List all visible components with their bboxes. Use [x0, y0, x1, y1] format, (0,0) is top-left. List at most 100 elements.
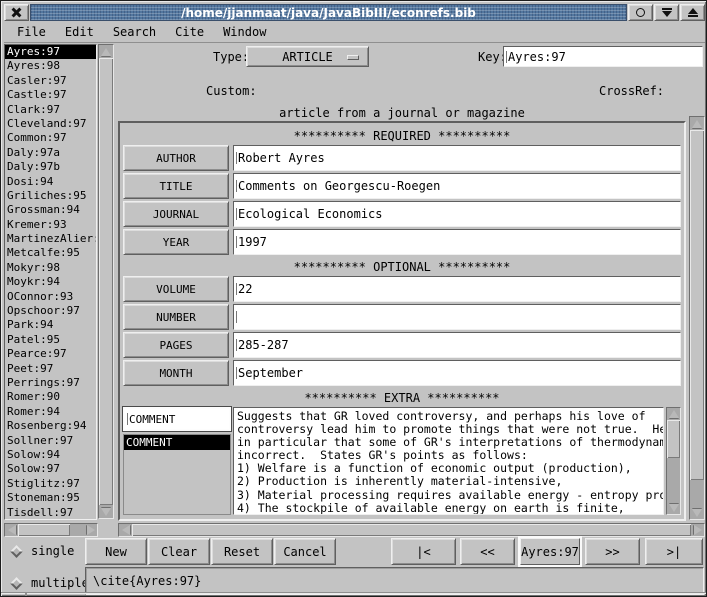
sidebar-vscrollbar[interactable]	[98, 44, 114, 519]
window-corner-handle[interactable]	[25, 592, 27, 596]
list-item[interactable]: Metcalfe:95	[5, 246, 96, 260]
new-button[interactable]: New	[85, 538, 147, 565]
window-title[interactable]: /home/jjanmaat/java/JavaBibIII/econrefs.…	[30, 4, 627, 21]
list-item[interactable]: Rosenberg:94	[5, 419, 96, 433]
list-item[interactable]: Stoneman:95	[5, 491, 96, 505]
multiple-radio-label[interactable]: multiple	[31, 576, 89, 590]
single-radio-label[interactable]: single	[31, 544, 74, 558]
key-input[interactable]: Ayres:97	[503, 46, 703, 67]
list-item[interactable]: Daly:97b	[5, 160, 96, 174]
titlebar[interactable]: /home/jjanmaat/java/JavaBibIII/econrefs.…	[4, 4, 705, 21]
nav-last-button[interactable]: >|	[645, 538, 703, 565]
field-input-title[interactable]: Comments on Georgescu-Roegen	[233, 173, 681, 199]
raise-button[interactable]	[680, 4, 705, 21]
list-item[interactable]: Romer:90	[5, 390, 96, 404]
menu-circle-button[interactable]	[628, 4, 653, 21]
list-item[interactable]: Solow:97	[5, 462, 96, 476]
nav-first-button[interactable]: |<	[391, 538, 456, 565]
field-label-year[interactable]: YEAR	[123, 229, 229, 255]
scroll-up-icon[interactable]	[99, 45, 113, 58]
list-item[interactable]: Common:97	[5, 131, 96, 145]
list-item[interactable]: Ayres:97	[5, 45, 96, 59]
nav-current-entry[interactable]: Ayres:97	[520, 538, 580, 565]
reset-button[interactable]: Reset	[211, 538, 273, 565]
list-item[interactable]: Ayres:98	[5, 59, 96, 73]
menu-search[interactable]: Search	[113, 25, 156, 39]
scroll-down-icon[interactable]	[690, 506, 704, 519]
list-item[interactable]: Solow:94	[5, 448, 96, 462]
scroll-up-icon[interactable]	[690, 117, 704, 130]
list-item[interactable]: Park:94	[5, 318, 96, 332]
list-item[interactable]: Opschoor:97	[5, 304, 96, 318]
list-item[interactable]: Perrings:97	[5, 376, 96, 390]
scroll-down-icon[interactable]	[99, 505, 113, 518]
field-label-journal[interactable]: JOURNAL	[123, 201, 229, 227]
list-item[interactable]: Cleveland:97	[5, 117, 96, 131]
list-item[interactable]: Patel:95	[5, 333, 96, 347]
main-vscroll-thumb[interactable]	[690, 130, 704, 480]
sidebar-hscroll-thumb[interactable]	[18, 524, 70, 536]
field-label-month[interactable]: MONTH	[123, 360, 229, 386]
main-hscroll-thumb[interactable]	[132, 524, 691, 536]
sidebar-hscrollbar[interactable]	[4, 523, 98, 537]
field-input-month[interactable]: September	[233, 360, 681, 386]
nav-next-button[interactable]: >>	[585, 538, 640, 565]
list-item[interactable]: Clark:97	[5, 103, 96, 117]
field-label-pages[interactable]: PAGES	[123, 332, 229, 358]
list-item[interactable]: Tisdell:97	[5, 506, 96, 520]
list-item[interactable]: Stiglitz:97	[5, 477, 96, 491]
list-item[interactable]: Dosi:94	[5, 175, 96, 189]
cancel-button[interactable]: Cancel	[274, 538, 336, 565]
list-item[interactable]: Kremer:93	[5, 218, 96, 232]
extra-field-name-input[interactable]: COMMENT	[123, 407, 231, 431]
list-item[interactable]: Daly:97a	[5, 146, 96, 160]
scroll-right-icon[interactable]	[691, 524, 704, 536]
list-item[interactable]: Romer:94	[5, 405, 96, 419]
list-item[interactable]: Grossman:94	[5, 203, 96, 217]
field-label-title[interactable]: TITLE	[123, 173, 229, 199]
field-input-journal[interactable]: Ecological Economics	[233, 201, 681, 227]
close-button[interactable]	[4, 4, 29, 21]
menu-edit[interactable]: Edit	[65, 25, 94, 39]
iconify-button[interactable]	[654, 4, 679, 21]
sidebar-vscroll-thumb[interactable]	[99, 58, 113, 505]
field-label-author[interactable]: AUTHOR	[123, 145, 229, 171]
field-input-volume[interactable]: 22	[233, 276, 681, 302]
list-item[interactable]: OConnor:93	[5, 290, 96, 304]
main-vscroll-trough[interactable]	[690, 480, 704, 506]
comment-vscrollbar[interactable]	[666, 407, 681, 515]
field-input-author[interactable]: Robert Ayres	[233, 145, 681, 171]
list-item[interactable]: Moykr:94	[5, 275, 96, 289]
list-item[interactable]: Sollner:97	[5, 434, 96, 448]
scroll-left-icon[interactable]	[119, 524, 132, 536]
field-label-volume[interactable]: VOLUME	[123, 276, 229, 302]
list-item[interactable]: Castle:97	[5, 88, 96, 102]
nav-prev-button[interactable]: <<	[460, 538, 515, 565]
menu-window[interactable]: Window	[223, 25, 266, 39]
list-item[interactable]: Peet:97	[5, 362, 96, 376]
field-label-number[interactable]: NUMBER	[123, 304, 229, 330]
list-item[interactable]: Pearce:97	[5, 347, 96, 361]
scroll-down-icon[interactable]	[667, 502, 680, 514]
clear-button[interactable]: Clear	[148, 538, 210, 565]
menu-cite[interactable]: Cite	[175, 25, 204, 39]
multiple-radio[interactable]	[10, 577, 23, 590]
single-radio[interactable]	[10, 545, 23, 558]
window-resize-border[interactable]	[1, 592, 707, 596]
list-item[interactable]: COMMENT	[124, 435, 230, 450]
scroll-up-icon[interactable]	[667, 408, 680, 420]
scroll-left-icon[interactable]	[5, 524, 18, 536]
field-input-pages[interactable]: 285-287	[233, 332, 681, 358]
comment-vscroll-thumb[interactable]	[667, 420, 680, 458]
menu-file[interactable]: File	[17, 25, 46, 39]
list-item[interactable]: Casler:97	[5, 74, 96, 88]
field-input-number[interactable]	[233, 304, 681, 330]
comment-vscroll-trough[interactable]	[667, 458, 680, 502]
scroll-right-icon[interactable]	[84, 524, 97, 536]
list-item[interactable]: Griliches:95	[5, 189, 96, 203]
sidebar-hscroll-trough[interactable]	[70, 524, 84, 536]
list-item[interactable]: MartinezAlier:97	[5, 232, 96, 246]
main-hscrollbar[interactable]	[118, 523, 705, 537]
comment-textarea[interactable]: Suggests that GR loved controversy, and …	[233, 407, 664, 515]
main-vscrollbar[interactable]	[689, 116, 705, 520]
